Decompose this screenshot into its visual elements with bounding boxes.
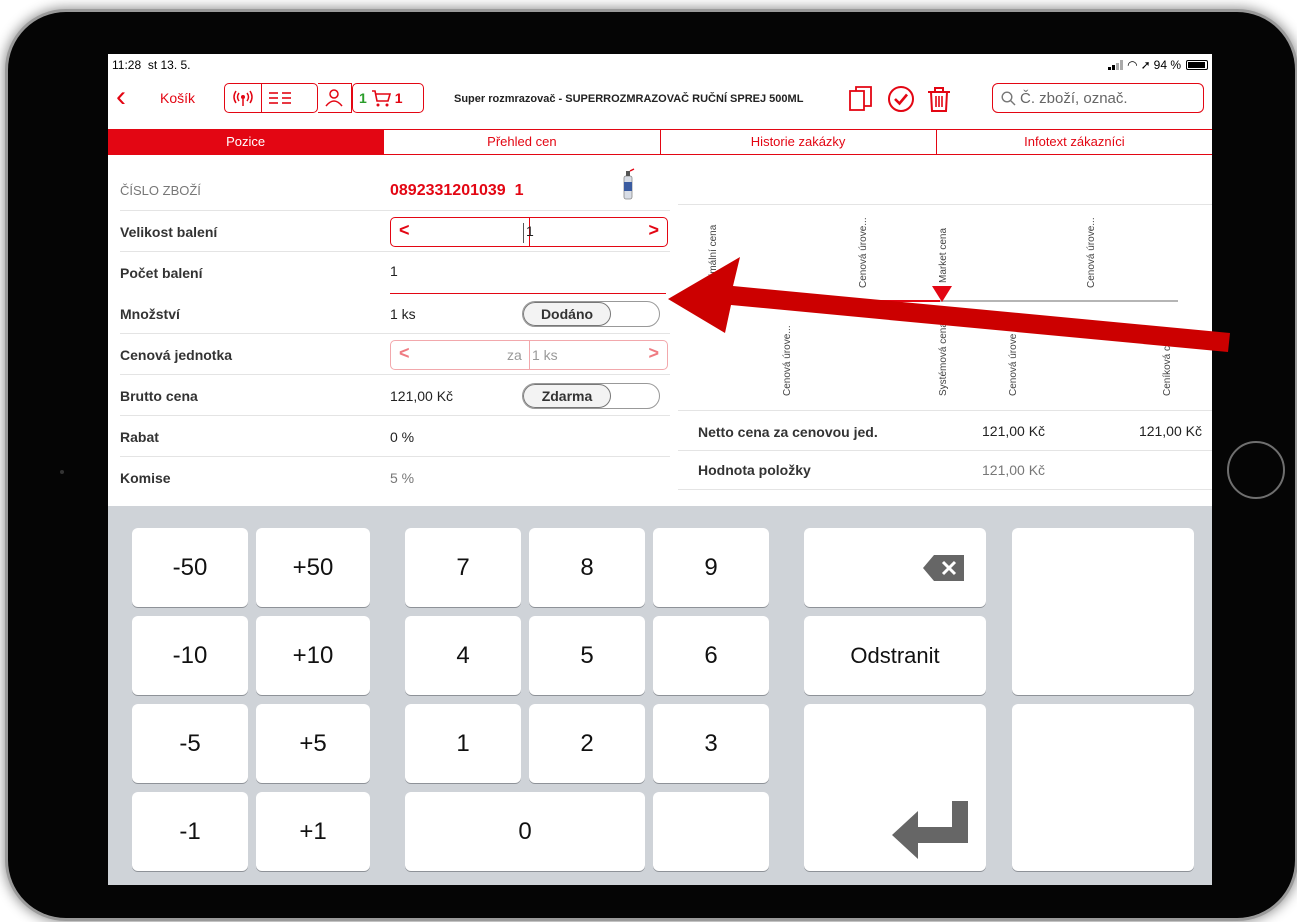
row-net-price: Netto cena za cenovou jed. 121,00 Kč 121… <box>678 410 1212 450</box>
key-0[interactable]: 0 <box>405 792 645 871</box>
tab-historie-zakazky[interactable]: Historie zakázky <box>661 130 937 154</box>
cart-button[interactable]: 1 1 <box>352 83 424 113</box>
search-icon <box>1001 90 1016 105</box>
search-placeholder: Č. zboží, označ. <box>1020 89 1128 107</box>
tab-bar: Pozice Přehled cen Historie zakázky Info… <box>108 129 1212 155</box>
enter-key[interactable] <box>804 704 986 871</box>
key-9[interactable]: 9 <box>653 528 769 607</box>
commission-label: Komise <box>120 470 171 486</box>
backspace-icon <box>923 554 964 581</box>
blank-key-bottom <box>1012 704 1194 871</box>
key-1[interactable]: 1 <box>405 704 521 783</box>
cart-icon <box>371 90 391 107</box>
key-3[interactable]: 3 <box>653 704 769 783</box>
pack-size-decrement[interactable]: < <box>399 220 410 241</box>
location-icon: ➚ <box>1140 58 1151 72</box>
broadcast-icon[interactable] <box>225 84 262 112</box>
toolbar-group <box>224 83 318 113</box>
row-discount: Rabat 0 % <box>120 416 670 457</box>
net-price-value-2: 121,00 Kč <box>1138 423 1202 439</box>
battery-percent: 94 % <box>1153 58 1181 72</box>
back-button[interactable]: Košík <box>160 90 195 106</box>
free-toggle[interactable]: Zdarma <box>522 383 660 409</box>
tab-infotext-zakaznici[interactable]: Infotext zákazníci <box>937 130 1212 154</box>
annotation-arrow-icon <box>668 257 1230 352</box>
page-title: Super rozmrazovač - SUPERROZMRAZOVAČ RUČ… <box>454 93 804 105</box>
product-image <box>623 168 635 200</box>
copy-icon[interactable] <box>846 84 876 114</box>
free-toggle-label: Zdarma <box>523 384 611 408</box>
tab-pozice[interactable]: Pozice <box>108 130 385 154</box>
key-6[interactable]: 6 <box>653 616 769 695</box>
row-item-number: ČÍSLO ZBOŽÍ 0892331201039 1 <box>120 168 670 211</box>
quantity-label: Množství <box>120 306 180 322</box>
item-number-value: 0892331201039 <box>390 182 506 199</box>
key-empty <box>653 792 769 871</box>
key-plus-10[interactable]: +10 <box>256 616 370 695</box>
trash-icon[interactable] <box>924 84 954 114</box>
quantity-value: 1 ks <box>390 306 416 322</box>
navigation-bar: ‹ Košík 1 1 Super rozmrazovač - SUPERROZ… <box>108 78 1212 120</box>
key-plus-5[interactable]: +5 <box>256 704 370 783</box>
signal-icon <box>1108 60 1124 70</box>
price-unit-decrement[interactable]: < <box>399 343 410 364</box>
pack-size-label: Velikost balení <box>120 224 218 240</box>
gross-price-label: Brutto cena <box>120 388 198 404</box>
item-value-label: Hodnota položky <box>698 462 811 478</box>
key-minus-1[interactable]: -1 <box>132 792 248 871</box>
price-unit-label: Cenová jednotka <box>120 347 233 363</box>
pack-count-input[interactable]: 1 <box>390 263 398 279</box>
status-bar: 11:28 st 13. 5. ◠ ➚ 94 % <box>108 54 1212 74</box>
numeric-keypad: -50 +50 -10 +10 -5 +5 -1 +1 7 8 9 4 5 6 … <box>108 506 1212 885</box>
net-price-value-1: 121,00 Kč <box>982 423 1046 439</box>
key-minus-5[interactable]: -5 <box>132 704 248 783</box>
camera <box>60 470 64 474</box>
key-7[interactable]: 7 <box>405 528 521 607</box>
gross-price-value: 121,00 Kč <box>390 388 454 404</box>
key-8[interactable]: 8 <box>529 528 645 607</box>
key-4[interactable]: 4 <box>405 616 521 695</box>
commission-value: 5 % <box>390 470 415 486</box>
key-5[interactable]: 5 <box>529 616 645 695</box>
net-price-label: Netto cena za cenovou jed. <box>698 424 878 440</box>
row-gross-price: Brutto cena 121,00 Kč Zdarma <box>120 375 670 416</box>
customer-button[interactable] <box>318 83 352 113</box>
key-plus-50[interactable]: +50 <box>256 528 370 607</box>
confirm-check-icon[interactable] <box>886 84 916 114</box>
enter-icon <box>892 801 968 859</box>
row-item-value: Hodnota položky 121,00 Kč <box>678 450 1212 490</box>
search-input[interactable]: Č. zboží, označ. <box>992 83 1204 113</box>
user-icon <box>318 84 350 112</box>
status-date: st 13. 5. <box>147 58 191 72</box>
tab-prehled-cen[interactable]: Přehled cen <box>384 130 661 154</box>
home-button[interactable] <box>1227 441 1285 499</box>
discount-value[interactable]: 0 % <box>390 429 414 445</box>
cart-count-green: 1 <box>359 90 367 106</box>
key-minus-50[interactable]: -50 <box>132 528 248 607</box>
key-minus-10[interactable]: -10 <box>132 616 248 695</box>
app-screen: 11:28 st 13. 5. ◠ ➚ 94 % ‹ Košík 1 1 Sup… <box>108 54 1212 885</box>
key-plus-1[interactable]: +1 <box>256 792 370 871</box>
remove-button[interactable]: Odstranit <box>804 616 986 695</box>
battery-icon <box>1186 60 1208 70</box>
cart-count-red: 1 <box>394 90 403 106</box>
price-unit-prefix: za <box>507 347 522 363</box>
item-value: 121,00 Kč <box>982 462 1046 478</box>
backspace-key[interactable] <box>804 528 986 607</box>
pack-count-label: Počet balení <box>120 265 203 281</box>
blank-key-top <box>1012 528 1194 695</box>
key-2[interactable]: 2 <box>529 704 645 783</box>
status-time: 11:28 <box>112 58 142 72</box>
list-icon[interactable] <box>262 84 298 112</box>
back-chevron-icon[interactable]: ‹ <box>116 82 126 112</box>
row-commission: Komise 5 % <box>120 457 670 498</box>
wifi-icon: ◠ <box>1127 58 1138 72</box>
item-number-label: ČÍSLO ZBOŽÍ <box>120 183 201 198</box>
item-number-suffix: 1 <box>514 182 524 199</box>
pack-size-value: 1 <box>523 223 534 243</box>
discount-label: Rabat <box>120 429 159 445</box>
